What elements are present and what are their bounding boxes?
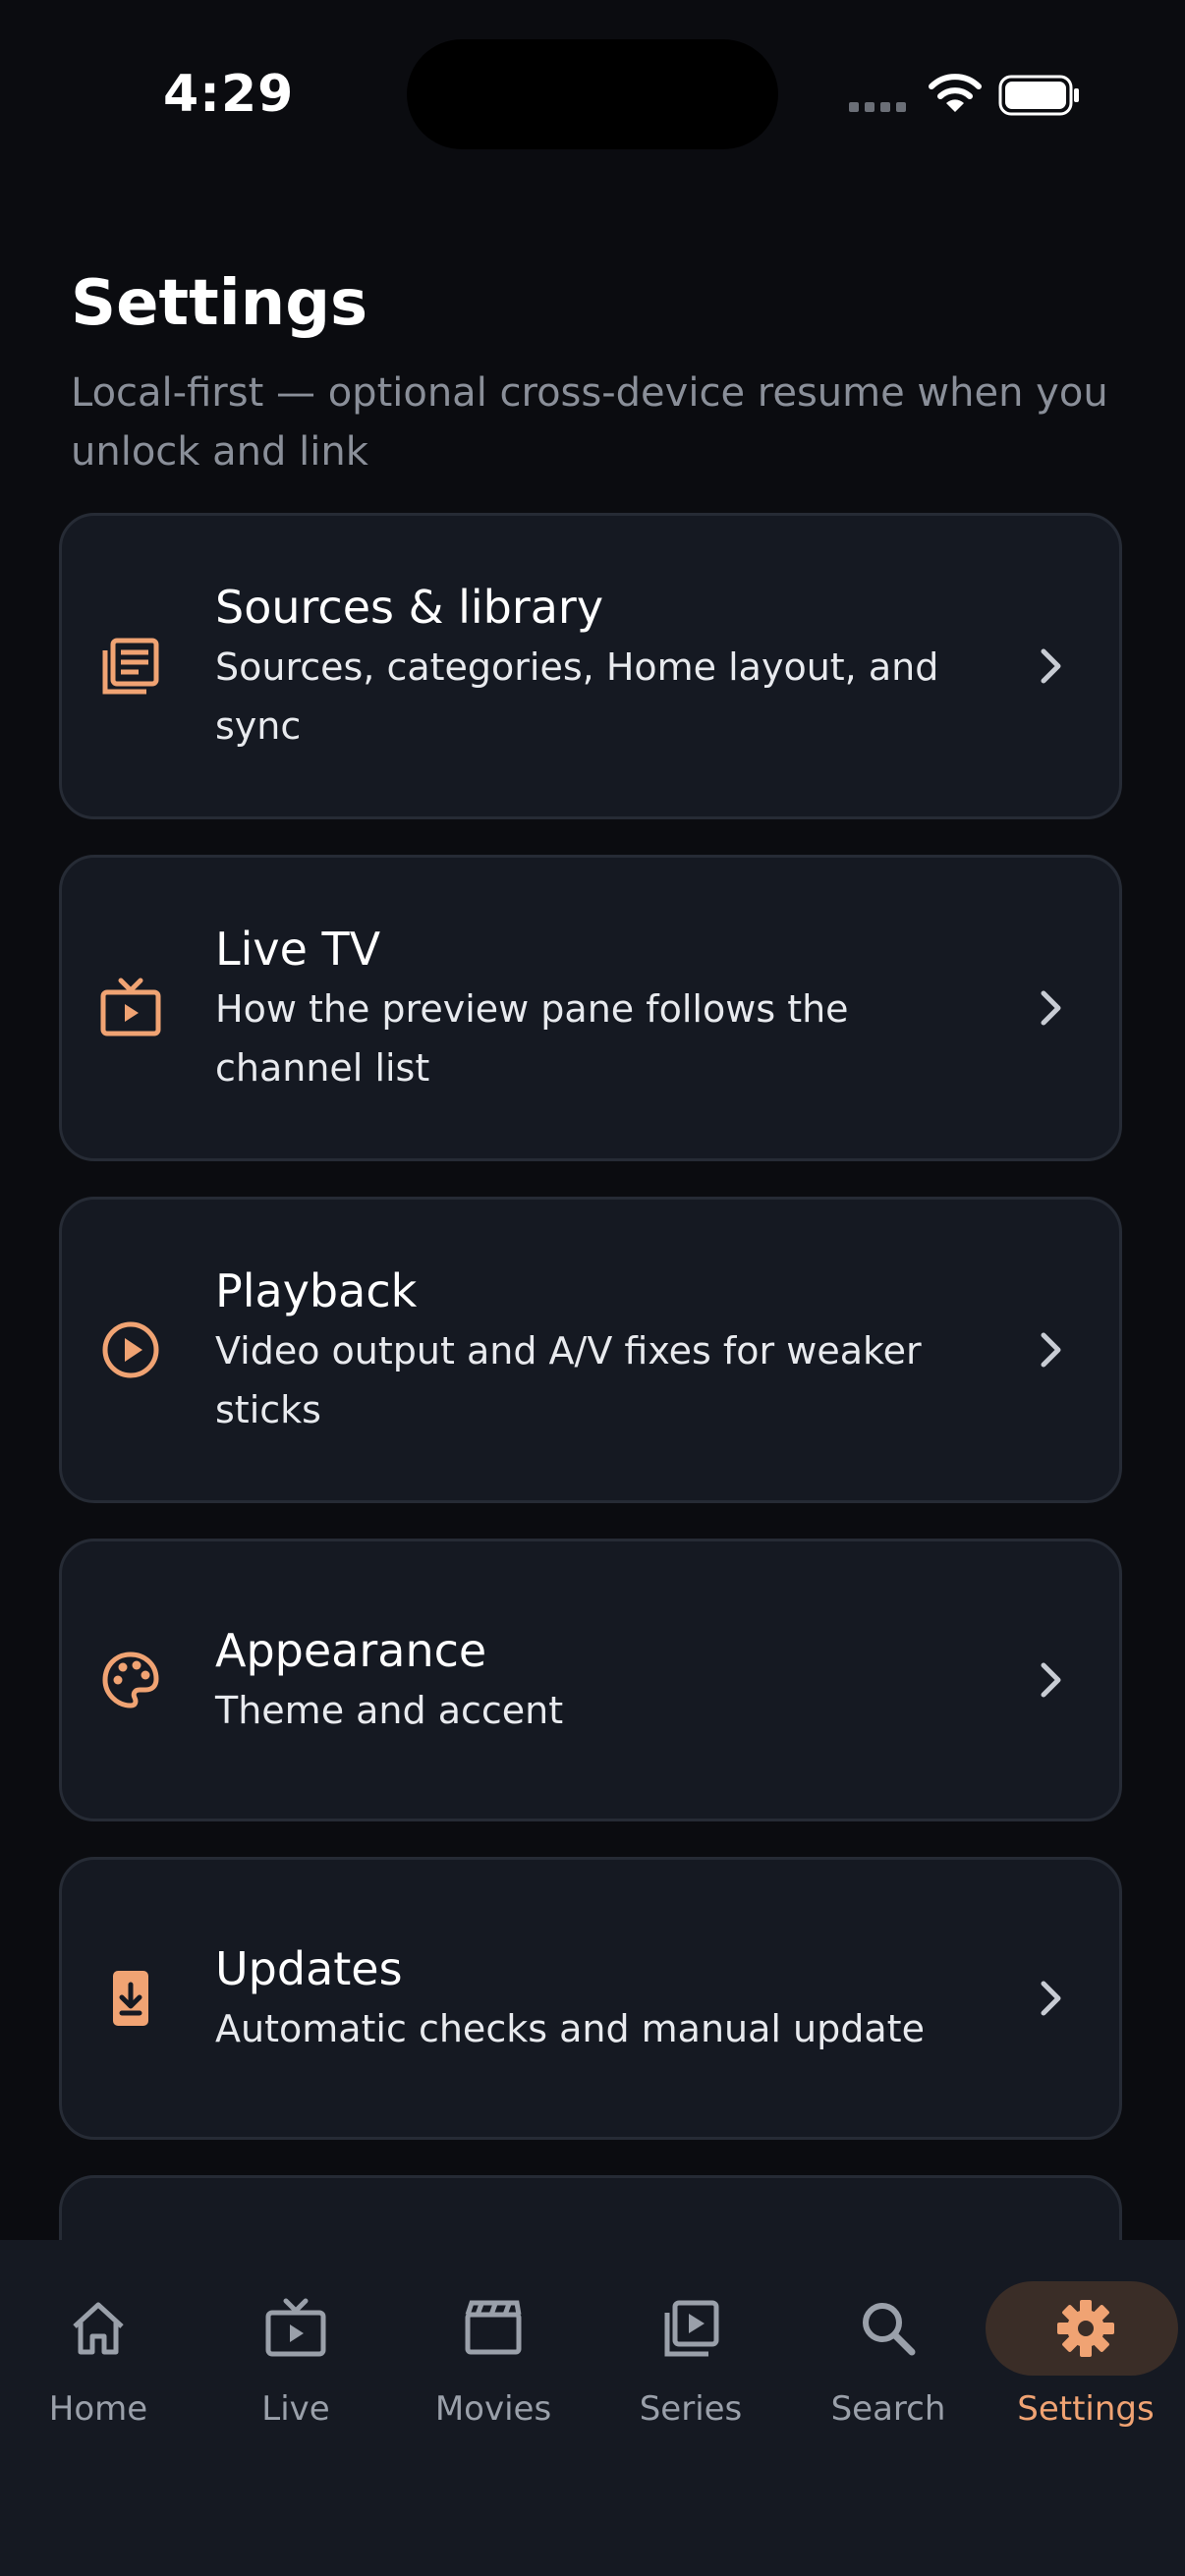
chevron-right-icon: [1041, 1981, 1061, 2016]
palette-icon: [102, 1652, 159, 1708]
live-tv-icon: [265, 2298, 326, 2357]
nav-settings[interactable]: Settings: [986, 2240, 1184, 2436]
battery-icon: [998, 75, 1079, 116]
tv-icon: [100, 978, 161, 1036]
item-description: Video output and A/V fixes for weaker st…: [215, 1329, 922, 1431]
nav-label: Movies: [434, 2389, 552, 2429]
nav-movies[interactable]: Movies: [395, 2240, 592, 2436]
dynamic-island: [407, 39, 778, 149]
page-subtitle: Local-first — optional cross-device resu…: [71, 370, 1108, 475]
cellular-signal-icon: [849, 102, 906, 112]
nav-label: Search: [830, 2389, 946, 2429]
nav-label: Live: [261, 2389, 330, 2429]
item-label: Updates: [215, 1942, 403, 1995]
status-bar: 4:29: [0, 0, 1185, 187]
nav-live[interactable]: Live: [198, 2240, 394, 2436]
settings-item-live-tv[interactable]: Live TV How the preview pane follows the…: [59, 855, 1122, 1161]
search-icon: [863, 2303, 916, 2356]
chevron-right-icon: [1041, 648, 1061, 684]
chevron-right-icon: [1041, 990, 1061, 1026]
play-circle-icon: [102, 1321, 159, 1378]
nav-label: Series: [639, 2389, 743, 2429]
clapperboard-icon: [465, 2300, 522, 2355]
item-description: Automatic checks and manual update: [215, 2007, 925, 2050]
nav-home[interactable]: Home: [0, 2240, 197, 2436]
settings-item-updates[interactable]: Updates Automatic checks and manual upda…: [59, 1857, 1122, 2140]
settings-item-appearance[interactable]: Appearance Theme and accent: [59, 1539, 1122, 1821]
item-description: Sources, categories, Home layout, and sy…: [215, 645, 939, 748]
nav-series[interactable]: Series: [592, 2240, 789, 2436]
nav-label: Home: [48, 2389, 148, 2429]
item-label: Appearance: [215, 1624, 487, 1677]
item-label: Live TV: [215, 923, 381, 976]
item-label: Playback: [215, 1264, 418, 1317]
item-label: Sources & library: [215, 581, 604, 634]
chevron-right-icon: [1041, 1332, 1061, 1368]
chevron-right-icon: [1041, 1662, 1061, 1698]
nav-search[interactable]: Search: [790, 2240, 987, 2436]
series-icon: [664, 2300, 719, 2357]
item-description: Theme and accent: [215, 1689, 564, 1732]
status-time: 4:29: [163, 65, 295, 124]
update-icon: [113, 1971, 148, 2026]
settings-item-playback[interactable]: Playback Video output and A/V fixes for …: [59, 1197, 1122, 1503]
gear-icon: [1057, 2300, 1114, 2357]
page-title: Settings: [71, 267, 368, 340]
item-description: How the preview pane follows the channel…: [215, 987, 849, 1090]
bottom-nav: Home Live Movies Series Search Settings: [0, 2240, 1185, 2576]
wifi-icon: [929, 74, 982, 112]
library-icon: [102, 638, 159, 695]
settings-item-sources-library[interactable]: Sources & library Sources, categories, H…: [59, 513, 1122, 819]
home-icon: [73, 2302, 124, 2355]
nav-label: Settings: [1017, 2389, 1155, 2429]
